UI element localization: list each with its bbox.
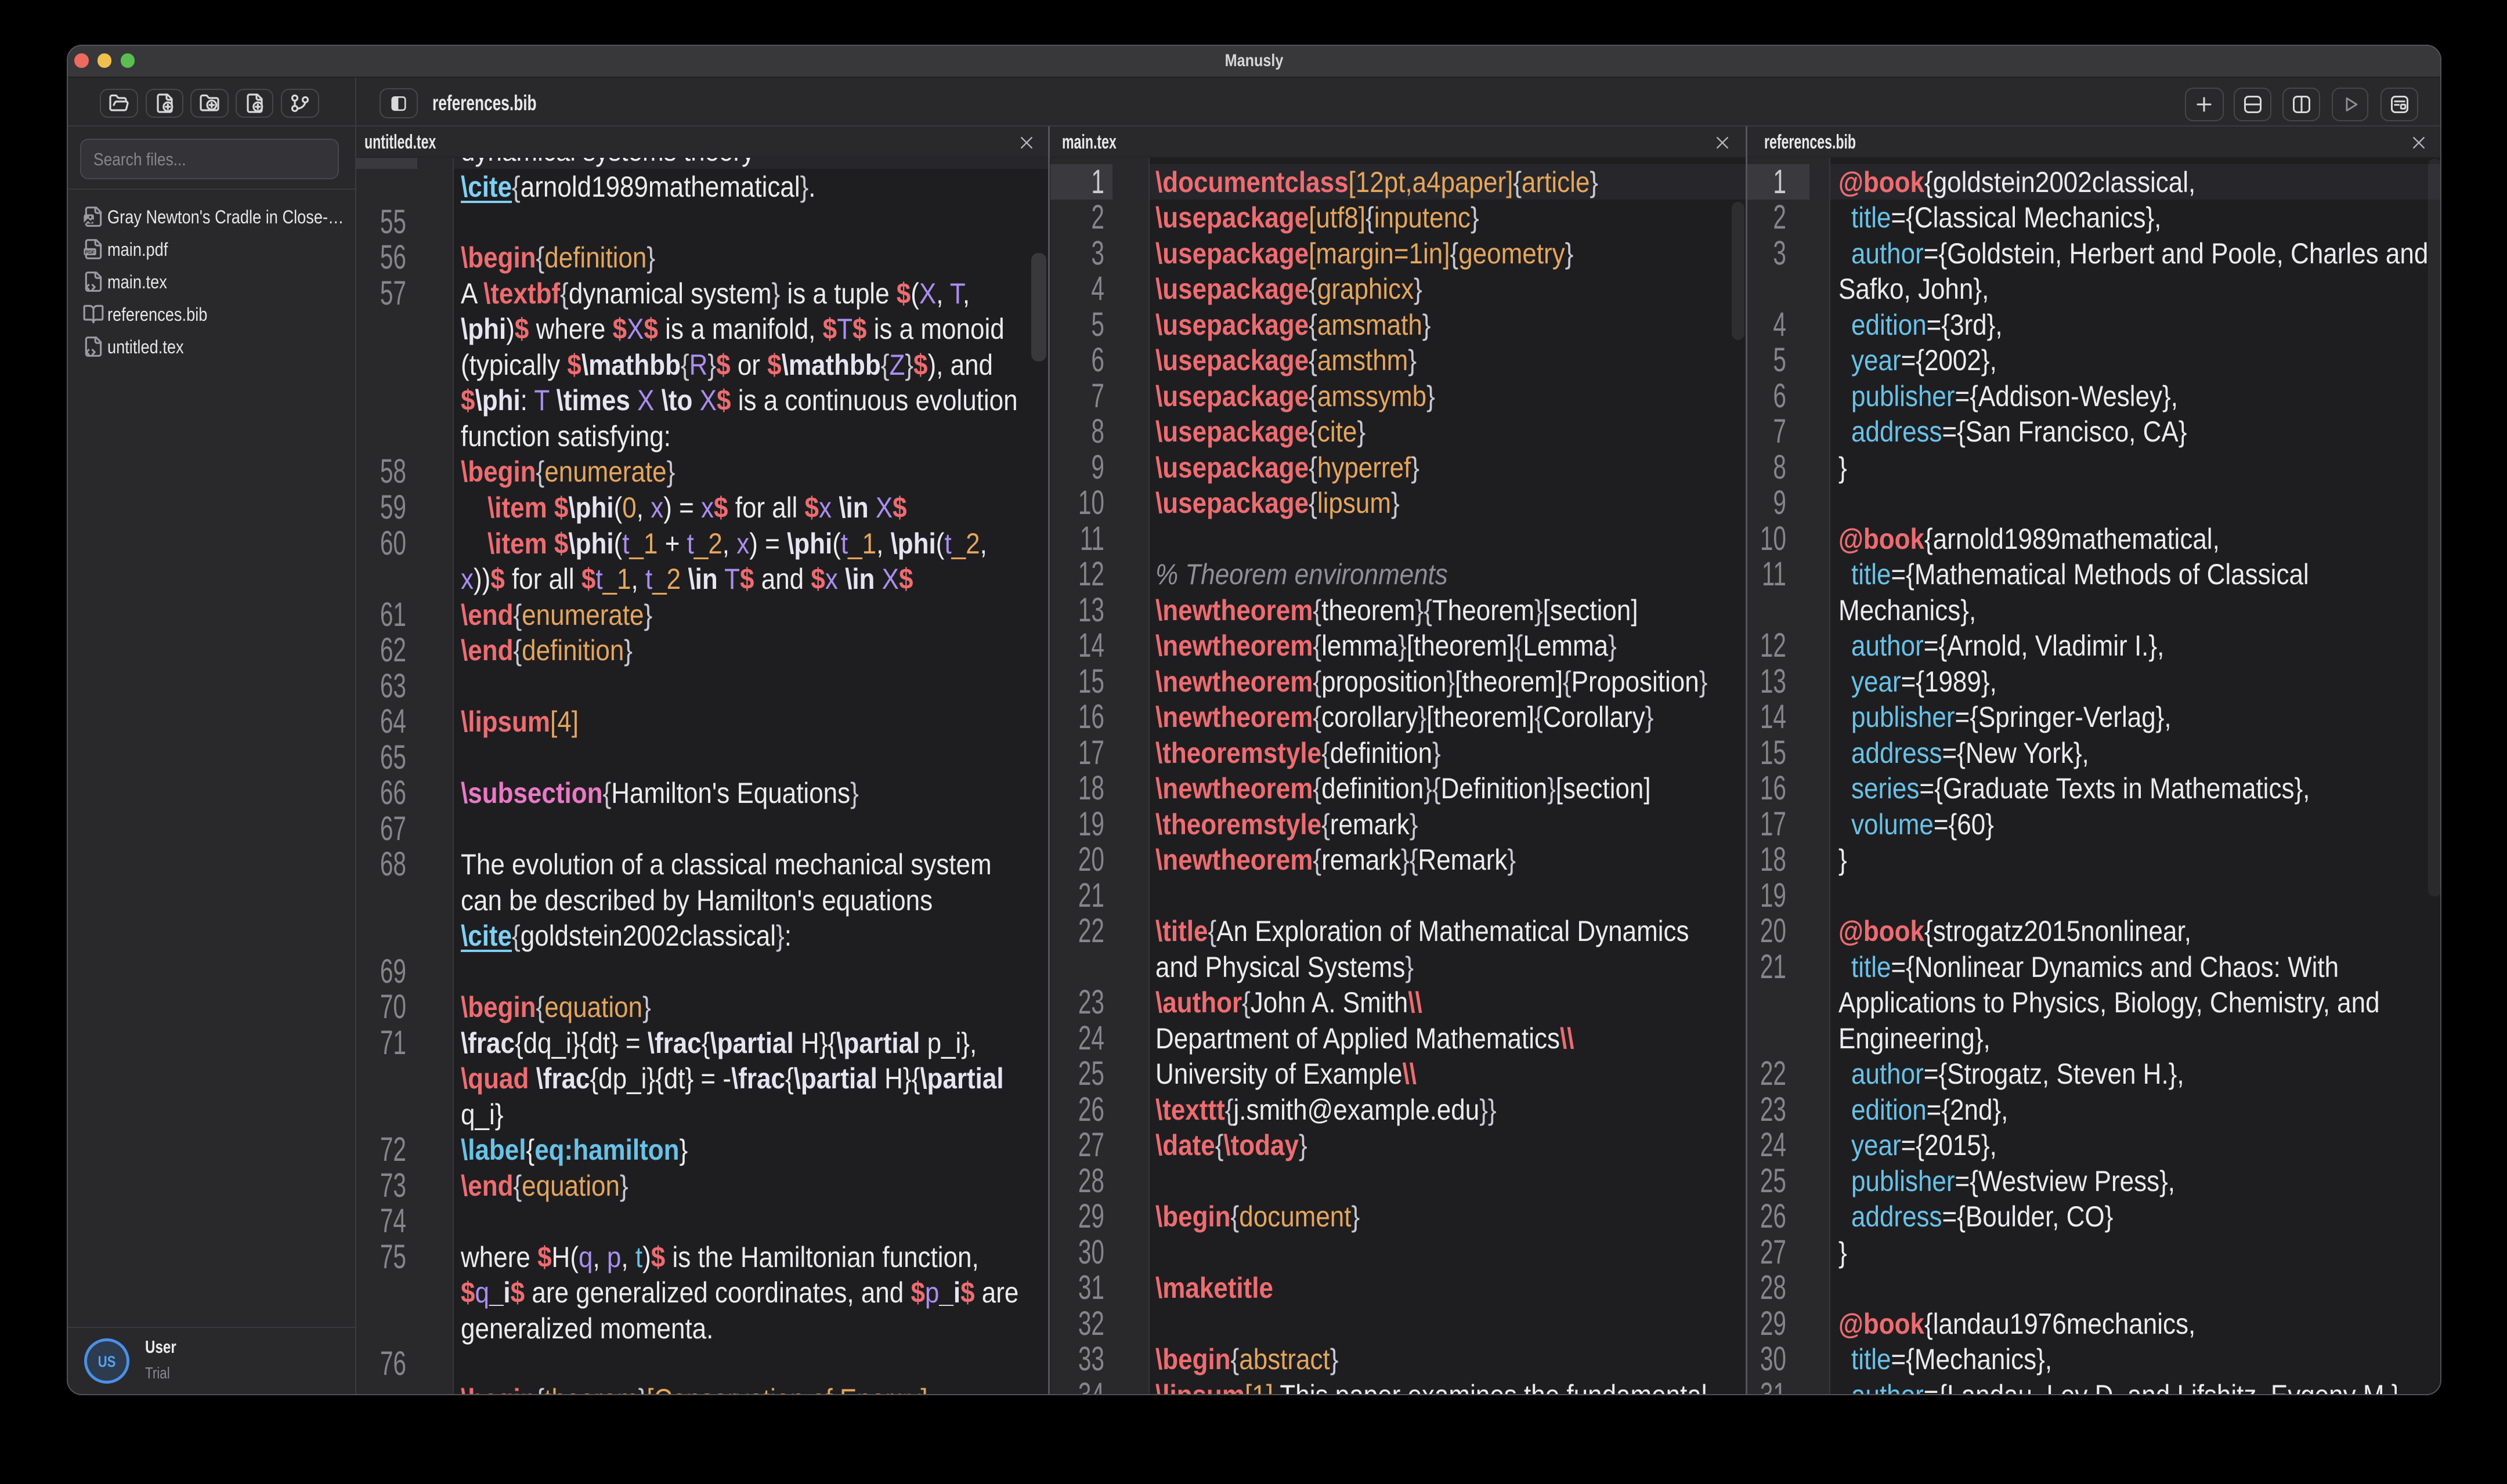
svg-text:PDF: PDF [85, 249, 95, 255]
